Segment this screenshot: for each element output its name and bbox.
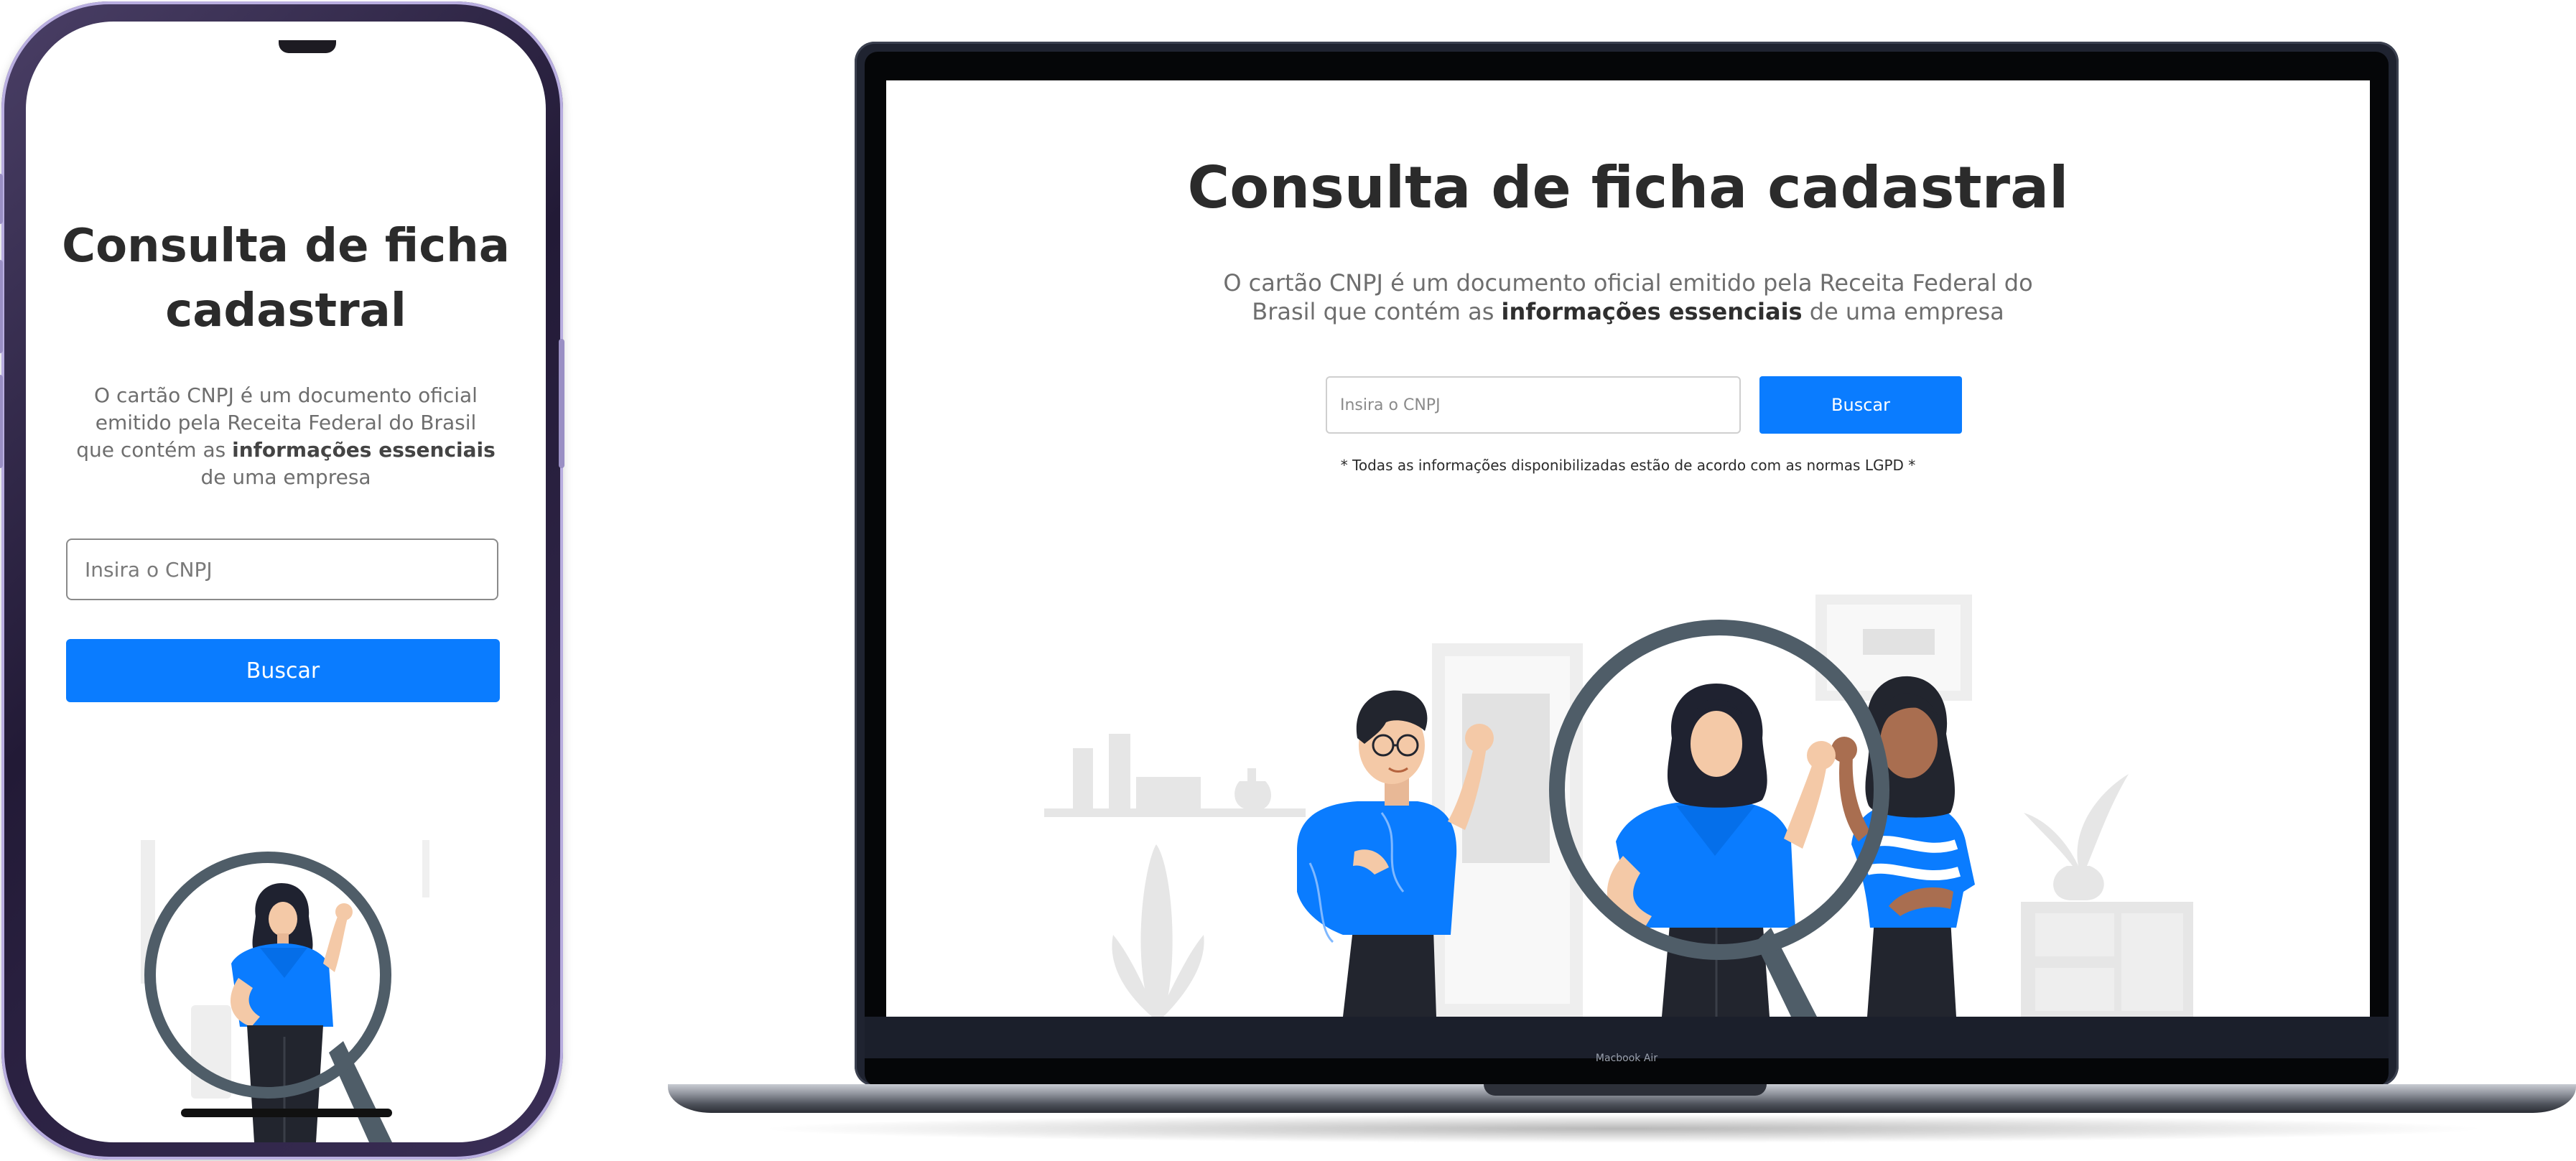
description-highlight: informações essenciais: [1501, 298, 1803, 325]
phone-mockup: Consulta de ficha cadastral O cartão CNP…: [0, 1, 564, 1160]
phone-power-button: [559, 339, 564, 468]
description-highlight: informações essenciais: [232, 438, 496, 462]
page-description: O cartão CNPJ é um documento oficial emi…: [1195, 269, 2061, 326]
description-text-end: de uma empresa: [200, 465, 371, 489]
phone-notch: [279, 40, 336, 53]
search-button[interactable]: Buscar: [1759, 376, 1962, 434]
phone-side-button: [0, 174, 3, 224]
cnpj-search-input[interactable]: [66, 538, 498, 600]
lgpd-note: * Todas as informações disponibilizadas …: [1340, 457, 1916, 474]
description-text-end: de uma empresa: [1802, 298, 2004, 325]
laptop-screen: Consulta de ficha cadastral O cartão CNP…: [886, 80, 2370, 1017]
laptop-base-notch: [1484, 1084, 1767, 1096]
page-title: Consulta de ficha cadastral: [1187, 154, 2069, 221]
people-magnifier-illustration: [1044, 595, 2193, 1017]
phone-volume-up-button: [0, 260, 3, 353]
page-description: O cartão CNPJ é um documento oficial emi…: [76, 382, 496, 491]
laptop-shadow: [754, 1114, 2492, 1143]
laptop-model-label: Macbook Air: [1595, 1053, 1658, 1064]
search-button[interactable]: Buscar: [66, 639, 500, 702]
cnpj-search-input[interactable]: [1326, 376, 1741, 434]
magnifier-person-illustration: [141, 840, 429, 1142]
phone-volume-down-button: [0, 375, 3, 468]
page-title: Consulta de ficha cadastral: [62, 220, 510, 337]
phone-screen: Consulta de ficha cadastral O cartão CNP…: [26, 22, 546, 1142]
home-indicator: [181, 1109, 392, 1117]
